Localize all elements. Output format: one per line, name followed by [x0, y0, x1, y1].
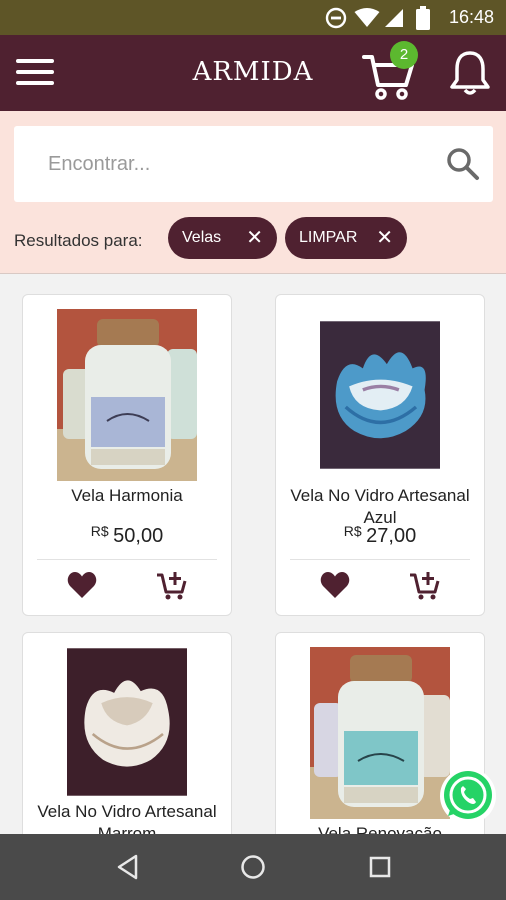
results-label: Resultados para:: [14, 231, 143, 250]
price-currency: R$: [343, 523, 362, 539]
product-image[interactable]: [67, 647, 187, 797]
product-grid: Vela Harmonia R$ 50,00 Vela No Vidro Art…: [0, 274, 506, 834]
product-price: R$ 50,00: [23, 523, 231, 548]
product-name[interactable]: Vela No Vidro Artesanal Marrom: [29, 801, 225, 834]
whatsapp-icon[interactable]: [438, 766, 498, 826]
close-icon[interactable]: ✕: [246, 217, 263, 259]
battery-icon: [416, 6, 430, 30]
search-box: [14, 126, 493, 202]
product-name[interactable]: Vela Harmonia: [29, 485, 225, 507]
product-image[interactable]: [320, 309, 440, 481]
price-value: 50,00: [113, 525, 164, 547]
status-time: 16:48: [448, 7, 494, 27]
divider: [290, 559, 470, 560]
heart-icon[interactable]: [320, 571, 350, 599]
heart-icon[interactable]: [67, 571, 97, 599]
clear-filters-chip[interactable]: LIMPAR ✕: [285, 217, 407, 259]
add-to-cart-icon[interactable]: [408, 569, 440, 601]
product-card[interactable]: Vela No Vidro Artesanal Marrom: [22, 632, 232, 834]
product-card[interactable]: Vela No Vidro Artesanal Azul R$ 27,00: [275, 294, 485, 616]
signal-icon: [385, 9, 403, 27]
close-icon[interactable]: ✕: [376, 217, 393, 259]
app-bar: ARMIDA 2: [0, 35, 506, 111]
system-nav-bar: [0, 834, 506, 900]
add-to-cart-icon[interactable]: [155, 569, 187, 601]
price-currency: R$: [90, 523, 109, 539]
bell-icon[interactable]: [448, 49, 492, 97]
recents-icon[interactable]: [366, 853, 394, 881]
home-icon[interactable]: [239, 853, 267, 881]
chip-label: Velas: [182, 229, 222, 246]
wifi-icon: [354, 8, 380, 27]
product-image[interactable]: [57, 309, 197, 481]
product-card[interactable]: Vela Harmonia R$ 50,00: [22, 294, 232, 616]
search-icon[interactable]: [445, 146, 481, 182]
do-not-disturb-icon: [325, 7, 347, 29]
search-section: Resultados para: Velas ✕ LIMPAR ✕: [0, 111, 506, 274]
product-image[interactable]: [310, 647, 450, 819]
chip-label: LIMPAR: [299, 229, 358, 246]
divider: [37, 559, 217, 560]
price-value: 27,00: [366, 525, 417, 547]
filter-chip-velas[interactable]: Velas ✕: [168, 217, 277, 259]
product-price: R$ 27,00: [276, 523, 484, 548]
brand-logo: ARMIDA: [192, 57, 314, 87]
status-bar: 16:48: [0, 0, 506, 35]
back-icon[interactable]: [114, 853, 142, 881]
search-input[interactable]: [48, 126, 438, 202]
cart-count-badge: 2: [390, 41, 418, 69]
